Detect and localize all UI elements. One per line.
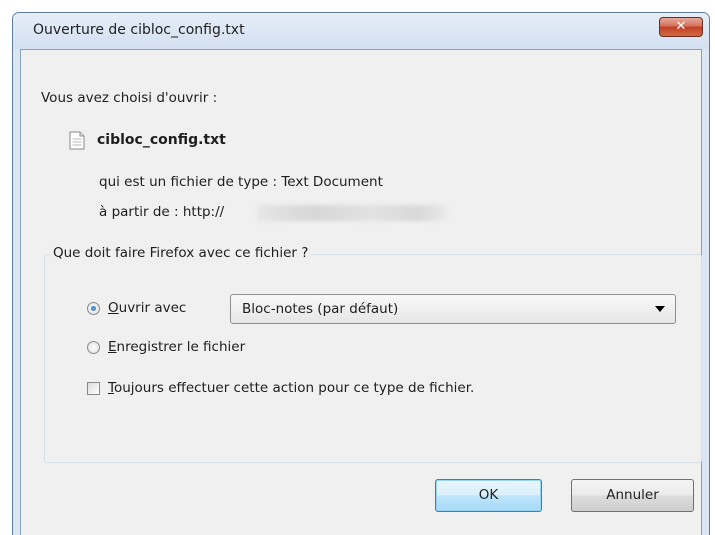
ok-button[interactable]: OK xyxy=(435,479,542,512)
save-file-label[interactable]: Enregistrer le fichier xyxy=(108,339,245,355)
redacted-url xyxy=(257,205,447,221)
dropdown-arrow-icon xyxy=(655,306,665,312)
intro-heading: Vous avez choisi d'ouvrir : xyxy=(41,90,218,106)
application-select-value: Bloc-notes (par défaut) xyxy=(242,301,399,317)
open-with-label[interactable]: Ouvrir avec xyxy=(108,300,186,316)
open-with-radio[interactable] xyxy=(87,302,100,315)
always-do-this-checkbox[interactable] xyxy=(87,382,100,395)
save-file-radio[interactable] xyxy=(87,341,100,354)
always-do-this-label[interactable]: Toujours effectuer cette action pour ce … xyxy=(108,380,474,396)
title-bar[interactable]: Ouverture de cibloc_config.txt ✕ xyxy=(13,13,709,49)
action-group-legend: Que doit faire Firefox avec ce fichier ? xyxy=(50,245,312,261)
window-title: Ouverture de cibloc_config.txt xyxy=(33,22,245,38)
action-groupbox xyxy=(44,254,702,463)
close-button[interactable]: ✕ xyxy=(659,17,703,37)
file-type-line: qui est un fichier de type : Text Docume… xyxy=(99,174,383,190)
file-source-line: à partir de : http:// xyxy=(99,204,225,220)
download-dialog-window: Ouverture de cibloc_config.txt ✕ Vous av… xyxy=(12,12,710,535)
cancel-button[interactable]: Annuler xyxy=(571,479,694,512)
file-name: cibloc_config.txt xyxy=(97,132,226,148)
text-file-icon xyxy=(69,131,85,150)
application-select[interactable]: Bloc-notes (par défaut) xyxy=(230,294,676,324)
